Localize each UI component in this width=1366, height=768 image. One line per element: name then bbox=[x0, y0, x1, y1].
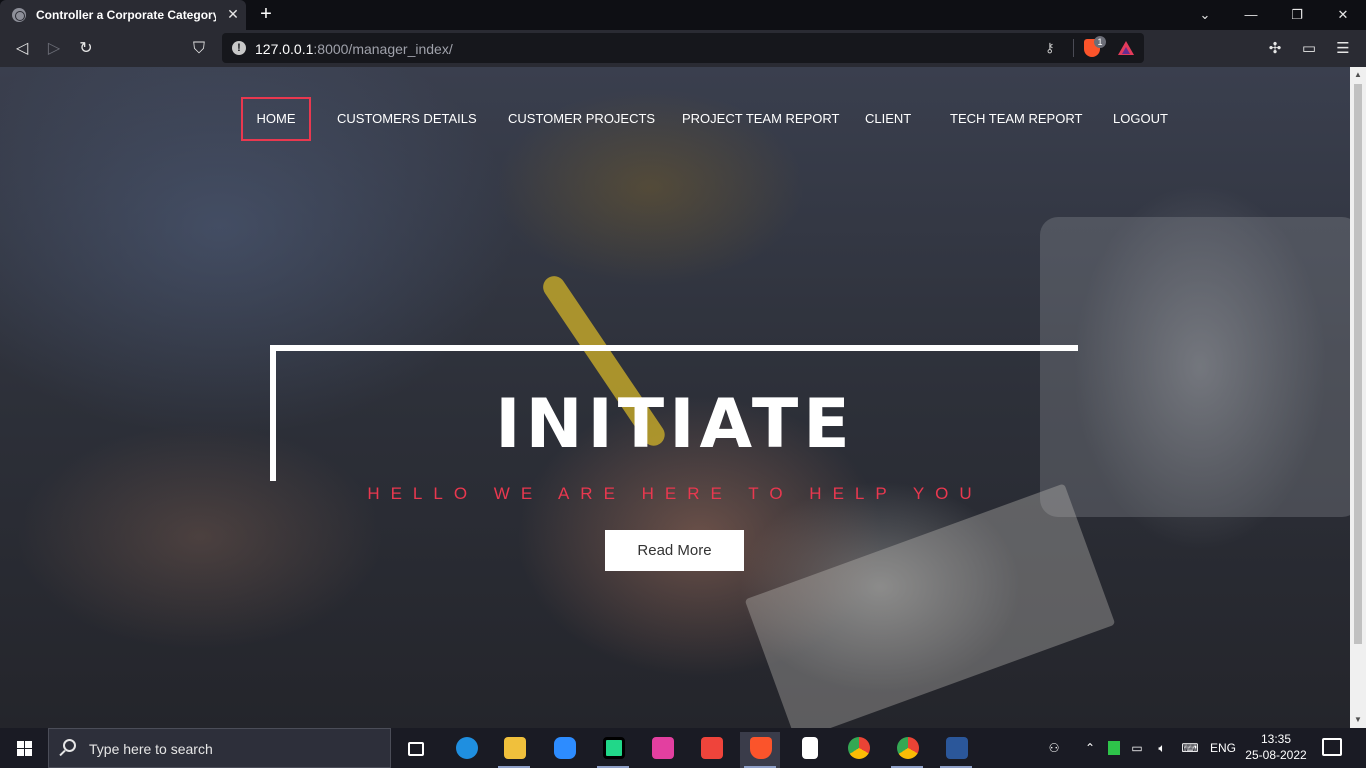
restore-button[interactable]: ❐ bbox=[1274, 0, 1320, 30]
nav-client[interactable]: CLIENT bbox=[865, 97, 911, 141]
wallet-icon[interactable]: ▭ bbox=[1297, 37, 1321, 61]
bat-rewards-icon[interactable] bbox=[1118, 41, 1134, 55]
windows-start-button[interactable] bbox=[0, 728, 48, 768]
zoom-icon[interactable] bbox=[544, 732, 584, 768]
nav-home[interactable]: HOME bbox=[241, 97, 311, 141]
windows-taskbar: Type here to search ⚇ ⌃ ▭ 🔈︎ ⌨︎ ENG 13:3… bbox=[0, 728, 1366, 768]
nav-customers-details[interactable]: CUSTOMERS DETAILS bbox=[337, 97, 477, 141]
chrome-icon[interactable] bbox=[838, 732, 878, 768]
site-info-icon[interactable]: ! bbox=[232, 41, 246, 55]
task-view-icon[interactable] bbox=[396, 732, 436, 768]
window-close-button[interactable]: ✕ bbox=[1320, 0, 1366, 30]
page-scrollbar[interactable]: ▲ ▼ bbox=[1350, 67, 1366, 728]
background-paper bbox=[744, 483, 1116, 728]
url-text[interactable]: 127.0.0.1:8000/manager_index/ bbox=[255, 41, 453, 57]
notifications-icon[interactable] bbox=[1322, 738, 1342, 756]
volume-icon[interactable]: 🔈︎ bbox=[1151, 728, 1173, 768]
nav-logout[interactable]: LOGOUT bbox=[1113, 97, 1168, 141]
key-icon[interactable]: ⚷ bbox=[1045, 40, 1055, 56]
bookmark-icon[interactable]: ⛉ bbox=[187, 37, 211, 61]
hero-subtitle: HELLO WE ARE HERE TO HELP YOU bbox=[367, 484, 983, 503]
clock-time: 13:35 bbox=[1260, 732, 1292, 746]
browser-tab[interactable]: Controller a Corporate Category F ✕ bbox=[0, 0, 246, 30]
new-tab-button[interactable]: + bbox=[255, 3, 277, 25]
jetbrains-toolbox-icon[interactable] bbox=[642, 732, 682, 768]
browser-toolbar: ◁ ▷ ↻ ⛉ ! 127.0.0.1:8000/manager_index/ … bbox=[0, 30, 1366, 67]
notepad-icon[interactable] bbox=[789, 732, 829, 768]
globe-icon bbox=[12, 8, 26, 22]
people-icon[interactable]: ⚇ bbox=[1042, 728, 1066, 768]
scroll-up-icon[interactable]: ▲ bbox=[1350, 67, 1366, 83]
scrollbar-thumb[interactable] bbox=[1354, 84, 1362, 644]
word-icon[interactable] bbox=[936, 732, 976, 768]
address-bar[interactable]: ! 127.0.0.1:8000/manager_index/ ⚷ 1 bbox=[222, 33, 1144, 63]
back-icon[interactable]: ◁ bbox=[10, 37, 34, 61]
brave-icon[interactable] bbox=[740, 732, 780, 768]
shields-badge: 1 bbox=[1094, 36, 1106, 48]
edge-icon[interactable] bbox=[446, 732, 486, 768]
show-hidden-icons[interactable]: ⌃ bbox=[1080, 728, 1100, 768]
battery-icon[interactable] bbox=[1104, 728, 1124, 768]
tab-title: Controller a Corporate Category F bbox=[36, 8, 216, 22]
nav-tech-team-report[interactable]: TECH TEAM REPORT bbox=[950, 97, 1082, 141]
scroll-down-icon[interactable]: ▼ bbox=[1350, 712, 1366, 728]
menu-icon[interactable]: ☰ bbox=[1331, 37, 1355, 61]
pycharm-icon[interactable] bbox=[593, 732, 633, 768]
search-icon bbox=[63, 739, 76, 752]
divider bbox=[1073, 39, 1074, 57]
nav-project-team-report[interactable]: PROJECT TEAM REPORT bbox=[682, 97, 839, 141]
minimize-button[interactable]: — bbox=[1228, 0, 1274, 30]
browser-tab-strip: Controller a Corporate Category F ✕ + ⌄ … bbox=[0, 0, 1366, 30]
clock[interactable]: 13:35 25-08-2022 bbox=[1240, 731, 1312, 763]
forward-icon[interactable]: ▷ bbox=[42, 37, 66, 61]
taskbar-search[interactable]: Type here to search bbox=[48, 728, 391, 768]
nav-customer-projects[interactable]: CUSTOMER PROJECTS bbox=[508, 97, 655, 141]
background-laptop bbox=[1040, 217, 1350, 517]
hero-section: HOME CUSTOMERS DETAILS CUSTOMER PROJECTS… bbox=[0, 67, 1350, 728]
tab-search-icon[interactable]: ⌄ bbox=[1182, 0, 1228, 30]
read-more-button[interactable]: Read More bbox=[605, 530, 744, 571]
close-tab-icon[interactable]: ✕ bbox=[224, 5, 242, 23]
clock-date: 25-08-2022 bbox=[1245, 748, 1307, 762]
chrome-profile-icon[interactable] bbox=[887, 732, 927, 768]
network-icon[interactable]: ▭ bbox=[1127, 728, 1147, 768]
hero-title: INITIATE bbox=[495, 385, 855, 464]
extensions-icon[interactable]: ✣ bbox=[1263, 37, 1287, 61]
keyboard-icon[interactable]: ⌨︎ bbox=[1177, 728, 1203, 768]
search-placeholder: Type here to search bbox=[89, 741, 213, 757]
language-indicator[interactable]: ENG bbox=[1206, 728, 1240, 768]
file-explorer-icon[interactable] bbox=[494, 732, 534, 768]
reload-icon[interactable]: ↻ bbox=[74, 37, 98, 61]
anydesk-icon[interactable] bbox=[691, 732, 731, 768]
